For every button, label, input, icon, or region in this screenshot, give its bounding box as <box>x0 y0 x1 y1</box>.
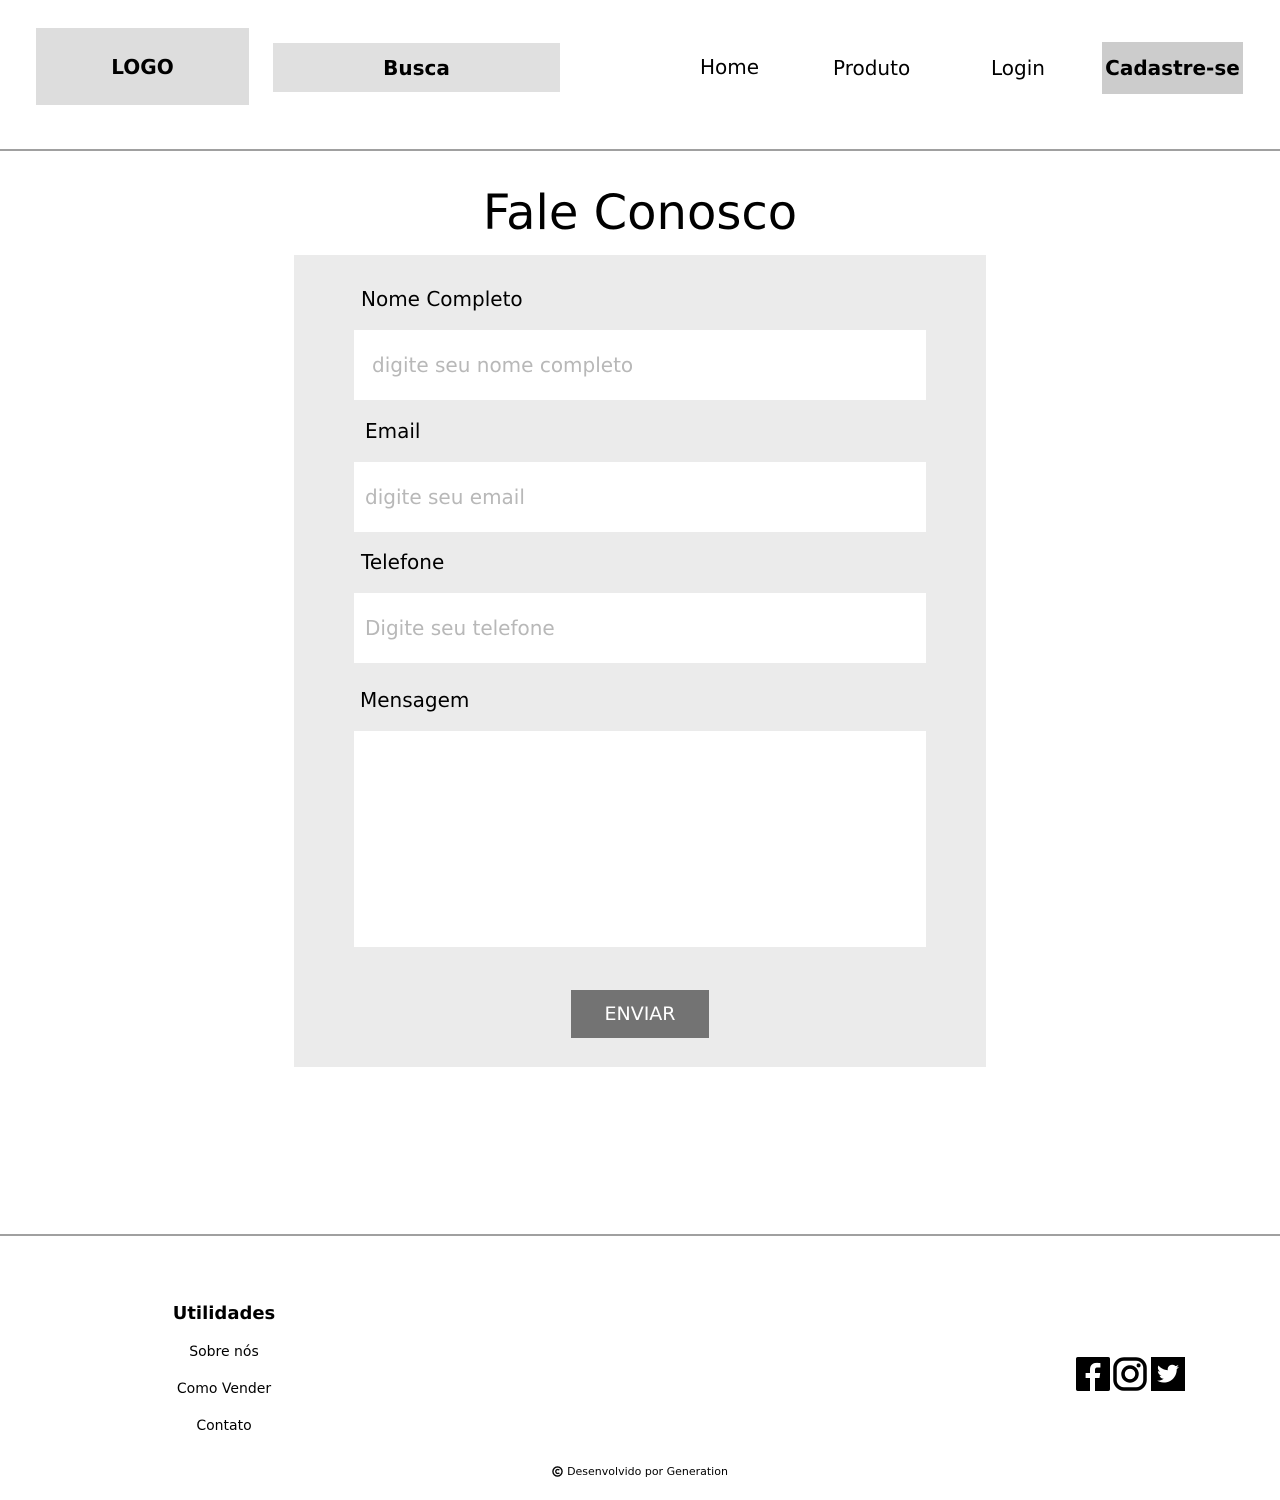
footer-divider <box>0 1234 1280 1236</box>
phone-input[interactable] <box>354 593 926 663</box>
message-label: Mensagem <box>360 688 470 712</box>
twitter-icon[interactable] <box>1151 1357 1185 1391</box>
footer-link-como-vender[interactable]: Como Vender <box>154 1379 294 1399</box>
header-divider <box>0 149 1280 151</box>
email-input[interactable] <box>354 462 926 532</box>
copyright-text: Desenvolvido por Generation <box>567 1465 728 1478</box>
facebook-icon[interactable] <box>1076 1357 1110 1391</box>
footer-link-contato[interactable]: Contato <box>154 1416 294 1436</box>
instagram-icon[interactable] <box>1113 1357 1147 1391</box>
nav-login-link[interactable]: Login <box>991 48 1045 88</box>
logo-text: LOGO <box>111 54 174 79</box>
footer-link-sobre[interactable]: Sobre nós <box>154 1342 294 1362</box>
signup-button[interactable]: Cadastre-se <box>1102 42 1243 94</box>
email-label: Email <box>365 419 421 443</box>
phone-label: Telefone <box>361 550 445 574</box>
nav-produto-link[interactable]: Produto <box>833 48 910 88</box>
message-textarea[interactable] <box>354 731 926 947</box>
copyright-icon <box>552 1466 563 1477</box>
search-label: Busca <box>383 55 450 80</box>
send-button[interactable]: ENVIAR <box>571 990 709 1038</box>
nav-home-link[interactable]: Home <box>700 47 759 87</box>
page: LOGO Busca Home Produto Login Cadastre-s… <box>0 0 1280 1500</box>
copyright: Desenvolvido por Generation <box>0 1464 1280 1480</box>
search-box[interactable]: Busca <box>273 43 560 92</box>
footer-heading: Utilidades <box>172 1303 276 1324</box>
name-label: Nome Completo <box>361 287 523 311</box>
logo[interactable]: LOGO <box>36 28 249 105</box>
name-input[interactable] <box>354 330 926 400</box>
page-title: Fale Conosco <box>482 185 798 241</box>
